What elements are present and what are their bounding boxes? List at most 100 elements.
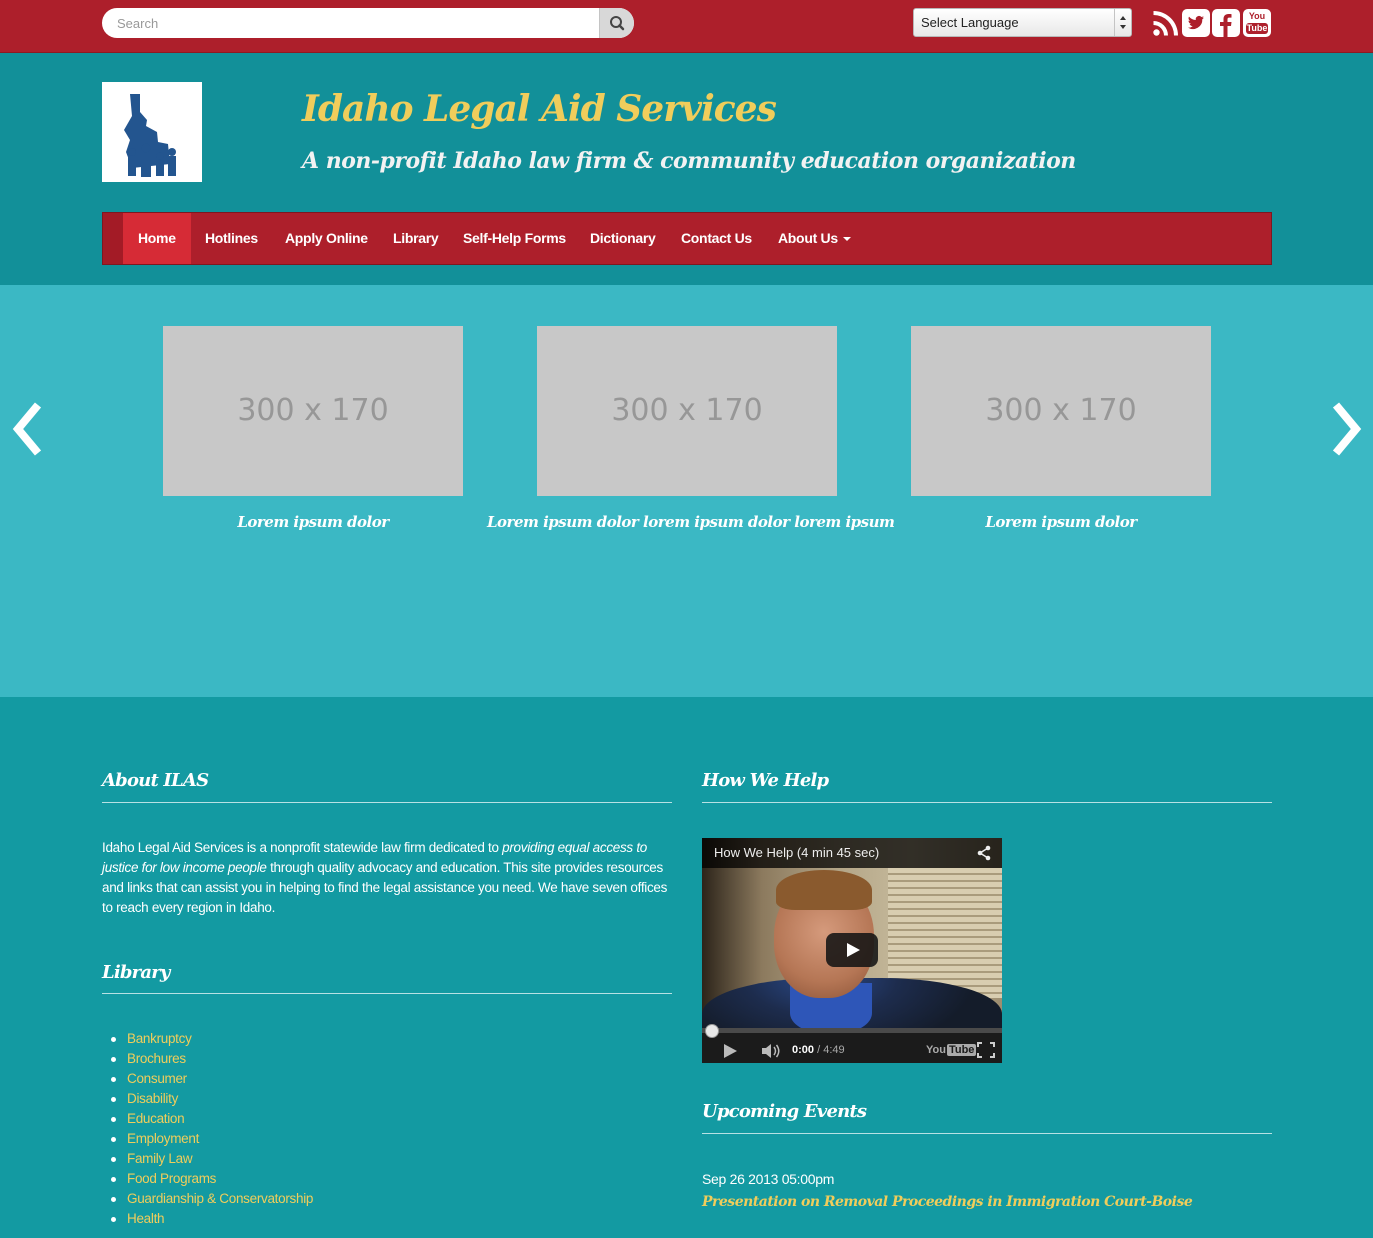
library-link[interactable]: Disability <box>127 1091 178 1106</box>
library-link[interactable]: Health <box>127 1211 165 1226</box>
video-player[interactable]: How We Help (4 min 45 sec) 0:00 / 4:49 Y… <box>702 838 1002 1063</box>
bullet-icon <box>111 1137 116 1142</box>
event-date: Sep 26 2013 05:00pm <box>702 1171 835 1187</box>
bullet-icon <box>111 1037 116 1042</box>
library-link[interactable]: Food Programs <box>127 1171 216 1186</box>
how-we-help-title: How We Help <box>702 770 829 791</box>
youtube-logo-badge: Tube <box>946 1044 977 1056</box>
nav-item-hotlines[interactable]: Hotlines <box>190 213 273 264</box>
bullet-icon <box>111 1157 116 1162</box>
bullet-icon <box>111 1217 116 1222</box>
nav-item-label: Self-Help Forms <box>463 230 566 246</box>
nav-item-label: Dictionary <box>590 230 656 246</box>
library-list: Bankruptcy Brochures Consumer Disability… <box>102 1029 313 1229</box>
volume-icon[interactable] <box>760 1043 782 1059</box>
rss-icon[interactable] <box>1152 9 1180 37</box>
youtube-icon-text-top: You <box>1248 11 1266 21</box>
top-bar: Select Language You Tube <box>0 0 1373 53</box>
list-item: Employment <box>102 1129 313 1149</box>
library-link[interactable]: Employment <box>127 1131 199 1146</box>
video-progress-bar[interactable] <box>702 1028 1002 1033</box>
nav-item-label: Contact Us <box>681 230 752 246</box>
search-box <box>102 8 634 38</box>
bullet-icon <box>111 1057 116 1062</box>
about-text: Idaho Legal Aid Services is a nonprofit … <box>102 838 674 918</box>
library-divider <box>102 993 672 994</box>
carousel-slide-caption[interactable]: Lorem ipsum dolor lorem ipsum dolor lore… <box>487 513 895 531</box>
fullscreen-icon[interactable] <box>977 1042 995 1058</box>
youtube-icon-text-bottom: Tube <box>1246 23 1268 34</box>
idaho-families-logo-icon <box>124 94 176 177</box>
video-person-hair <box>776 870 872 910</box>
library-link[interactable]: Brochures <box>127 1051 186 1066</box>
list-item: Food Programs <box>102 1169 313 1189</box>
nav-left-edge <box>103 213 123 264</box>
nav-item-self-help-forms[interactable]: Self-Help Forms <box>448 213 581 264</box>
nav-item-label: Home <box>138 230 176 246</box>
carousel-slide-image[interactable]: 300 x 170 <box>537 326 837 496</box>
youtube-logo-icon[interactable]: You Tube <box>926 1041 977 1059</box>
nav-item-label: Library <box>393 230 439 246</box>
carousel: 300 x 170 Lorem ipsum dolor 300 x 170 Lo… <box>0 285 1373 697</box>
list-item: Disability <box>102 1089 313 1109</box>
library-link[interactable]: Guardianship & Conservatorship <box>127 1191 313 1206</box>
carousel-slide-image[interactable]: 300 x 170 <box>163 326 463 496</box>
list-item: Bankruptcy <box>102 1029 313 1049</box>
video-scrubber-handle[interactable] <box>705 1024 719 1038</box>
twitter-icon[interactable] <box>1182 9 1210 37</box>
event-link[interactable]: Presentation on Removal Proceedings in I… <box>702 1192 1193 1212</box>
list-item: Health <box>102 1209 313 1229</box>
list-item: Family Law <box>102 1149 313 1169</box>
main-nav: Home Hotlines Apply Online Library Self-… <box>102 212 1272 265</box>
nav-item-contact-us[interactable]: Contact Us <box>666 213 767 264</box>
nav-item-dictionary[interactable]: Dictionary <box>575 213 670 264</box>
video-title[interactable]: How We Help (4 min 45 sec) <box>714 838 879 868</box>
about-text-part: Idaho Legal Aid Services is a nonprofit … <box>102 840 503 855</box>
carousel-next-arrow-icon[interactable] <box>1326 401 1366 457</box>
list-item: Consumer <box>102 1069 313 1089</box>
site-tagline: A non-profit Idaho law firm & community … <box>302 148 1076 174</box>
site-logo[interactable] <box>102 82 202 182</box>
library-link[interactable]: Education <box>127 1111 185 1126</box>
nav-item-library[interactable]: Library <box>378 213 453 264</box>
video-duration: / 4:49 <box>817 1044 845 1056</box>
language-select-label: Select Language <box>921 15 1019 30</box>
site-title[interactable]: Idaho Legal Aid Services <box>302 88 777 130</box>
library-link[interactable]: Family Law <box>127 1151 193 1166</box>
about-title: About ILAS <box>102 770 209 791</box>
nav-item-home[interactable]: Home <box>123 213 191 264</box>
nav-item-label: Hotlines <box>205 230 258 246</box>
play-icon[interactable] <box>724 1044 737 1058</box>
bullet-icon <box>111 1077 116 1082</box>
youtube-icon[interactable]: You Tube <box>1243 9 1271 37</box>
carousel-slide-caption[interactable]: Lorem ipsum dolor <box>163 513 463 531</box>
list-item: Guardianship & Conservatorship <box>102 1189 313 1209</box>
nav-item-apply-online[interactable]: Apply Online <box>270 213 383 264</box>
search-button[interactable] <box>599 8 634 38</box>
bullet-icon <box>111 1097 116 1102</box>
list-item: Education <box>102 1109 313 1129</box>
list-item: Brochures <box>102 1049 313 1069</box>
video-time: 0:00 / 4:49 <box>792 1040 845 1060</box>
library-link[interactable]: Consumer <box>127 1071 187 1086</box>
bullet-icon <box>111 1117 116 1122</box>
nav-item-label: About Us <box>778 230 838 246</box>
events-title: Upcoming Events <box>702 1101 867 1122</box>
bullet-icon <box>111 1197 116 1202</box>
video-current-time: 0:00 <box>792 1044 815 1056</box>
nav-item-about-us[interactable]: About Us <box>763 213 866 264</box>
events-divider <box>702 1133 1272 1134</box>
select-arrows-icon <box>1114 9 1131 36</box>
youtube-logo-text: You <box>926 1044 946 1056</box>
play-button[interactable] <box>826 933 878 967</box>
carousel-prev-arrow-icon[interactable] <box>8 401 48 457</box>
search-input[interactable] <box>102 8 607 38</box>
library-link[interactable]: Bankruptcy <box>127 1031 192 1046</box>
bullet-icon <box>111 1177 116 1182</box>
facebook-icon[interactable] <box>1212 9 1240 37</box>
carousel-slide-caption[interactable]: Lorem ipsum dolor <box>911 513 1211 531</box>
share-icon[interactable] <box>976 845 992 861</box>
language-select[interactable]: Select Language <box>913 8 1132 37</box>
carousel-slide-image[interactable]: 300 x 170 <box>911 326 1211 496</box>
library-title: Library <box>102 962 170 983</box>
